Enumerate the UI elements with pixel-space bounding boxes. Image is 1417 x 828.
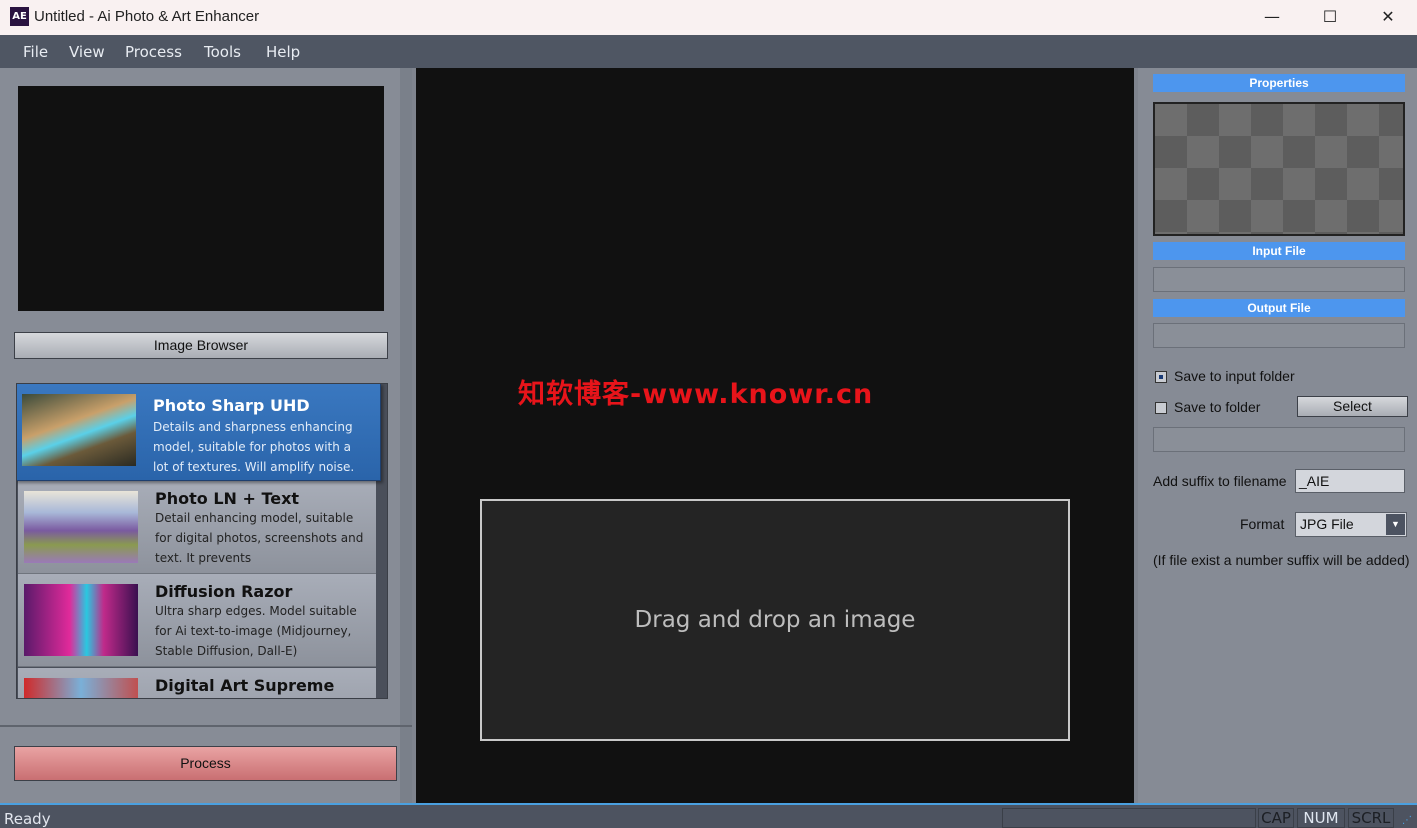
properties-header: Properties — [1153, 74, 1405, 92]
model-item-digital-art-supreme[interactable]: Digital Art Supreme — [18, 668, 376, 698]
save-to-folder-label: Save to folder — [1174, 399, 1261, 415]
model-thumbnail — [24, 491, 138, 563]
menu-view[interactable]: View — [69, 43, 105, 61]
format-select[interactable]: JPG File ▼ — [1295, 512, 1407, 537]
image-preview — [18, 86, 384, 311]
model-name: Digital Art Supreme — [155, 676, 335, 695]
status-pane — [1002, 808, 1256, 828]
drop-zone[interactable]: Drag and drop an image — [480, 499, 1070, 741]
model-description: Detail enhancing model, suitable for dig… — [155, 511, 364, 565]
menu-process[interactable]: Process — [125, 43, 182, 61]
menu-file[interactable]: File — [23, 43, 48, 61]
maximize-button[interactable]: ☐ — [1301, 0, 1359, 35]
title-bar: AE Untitled - Ai Photo & Art Enhancer — … — [0, 0, 1417, 35]
status-bar: Ready CAP NUM SCRL ⋰ — [0, 803, 1417, 828]
model-name: Photo LN + Text — [155, 489, 300, 508]
status-text: Ready — [4, 810, 51, 828]
model-thumbnail — [24, 584, 138, 656]
model-description: Ultra sharp edges. Model suitable for Ai… — [155, 604, 357, 658]
divider — [0, 725, 412, 727]
menu-help[interactable]: Help — [266, 43, 300, 61]
save-to-folder-checkbox[interactable] — [1155, 402, 1167, 414]
app-logo-icon: AE — [10, 7, 29, 26]
model-item-photo-sharp-uhd[interactable]: Photo Sharp UHD Details and sharpness en… — [17, 384, 381, 481]
minimize-button[interactable]: — — [1243, 0, 1301, 35]
format-label: Format — [1240, 516, 1285, 532]
output-file-header: Output File — [1153, 299, 1405, 317]
suffix-input[interactable]: _AIE — [1295, 469, 1405, 493]
window-title: Untitled - Ai Photo & Art Enhancer — [34, 8, 260, 25]
cap-indicator: CAP — [1258, 808, 1294, 828]
panel-splitter[interactable] — [400, 68, 412, 803]
model-list: Photo Sharp UHD Details and sharpness en… — [16, 383, 388, 699]
close-button[interactable]: ✕ — [1359, 0, 1417, 35]
folder-path-field[interactable] — [1153, 427, 1405, 452]
model-item-photo-ln-text[interactable]: Photo LN + Text Detail enhancing model, … — [18, 481, 376, 574]
menu-tools[interactable]: Tools — [204, 43, 241, 61]
suffix-label: Add suffix to filename — [1153, 473, 1287, 489]
scrl-indicator: SCRL — [1348, 808, 1394, 828]
model-name: Photo Sharp UHD — [153, 396, 310, 415]
model-thumbnail — [24, 678, 138, 698]
output-file-field[interactable] — [1153, 323, 1405, 348]
input-file-field[interactable] — [1153, 267, 1405, 292]
watermark: 知软博客-www.knowr.cn — [518, 379, 874, 410]
model-thumbnail — [22, 394, 136, 466]
format-value: JPG File — [1300, 516, 1354, 532]
model-name: Diffusion Razor — [155, 582, 293, 601]
model-item-diffusion-razor[interactable]: Diffusion Razor Ultra sharp edges. Model… — [18, 574, 376, 667]
resize-grip-icon[interactable]: ⋰ — [1402, 815, 1412, 826]
properties-preview — [1153, 102, 1405, 236]
input-file-header: Input File — [1153, 242, 1405, 260]
num-indicator: NUM — [1297, 808, 1345, 828]
model-description: Details and sharpness enhancing model, s… — [153, 420, 355, 474]
menu-bar: File View Process Tools Help — [0, 35, 1417, 68]
suffix-note: (If file exist a number suffix will be a… — [1153, 552, 1410, 568]
process-button[interactable]: Process — [14, 746, 397, 781]
chevron-down-icon[interactable]: ▼ — [1386, 514, 1405, 535]
save-input-folder-radio[interactable] — [1155, 371, 1167, 383]
save-input-folder-label: Save to input folder — [1174, 368, 1295, 384]
select-folder-button[interactable]: Select — [1297, 396, 1408, 417]
image-browser-button[interactable]: Image Browser — [14, 332, 388, 359]
